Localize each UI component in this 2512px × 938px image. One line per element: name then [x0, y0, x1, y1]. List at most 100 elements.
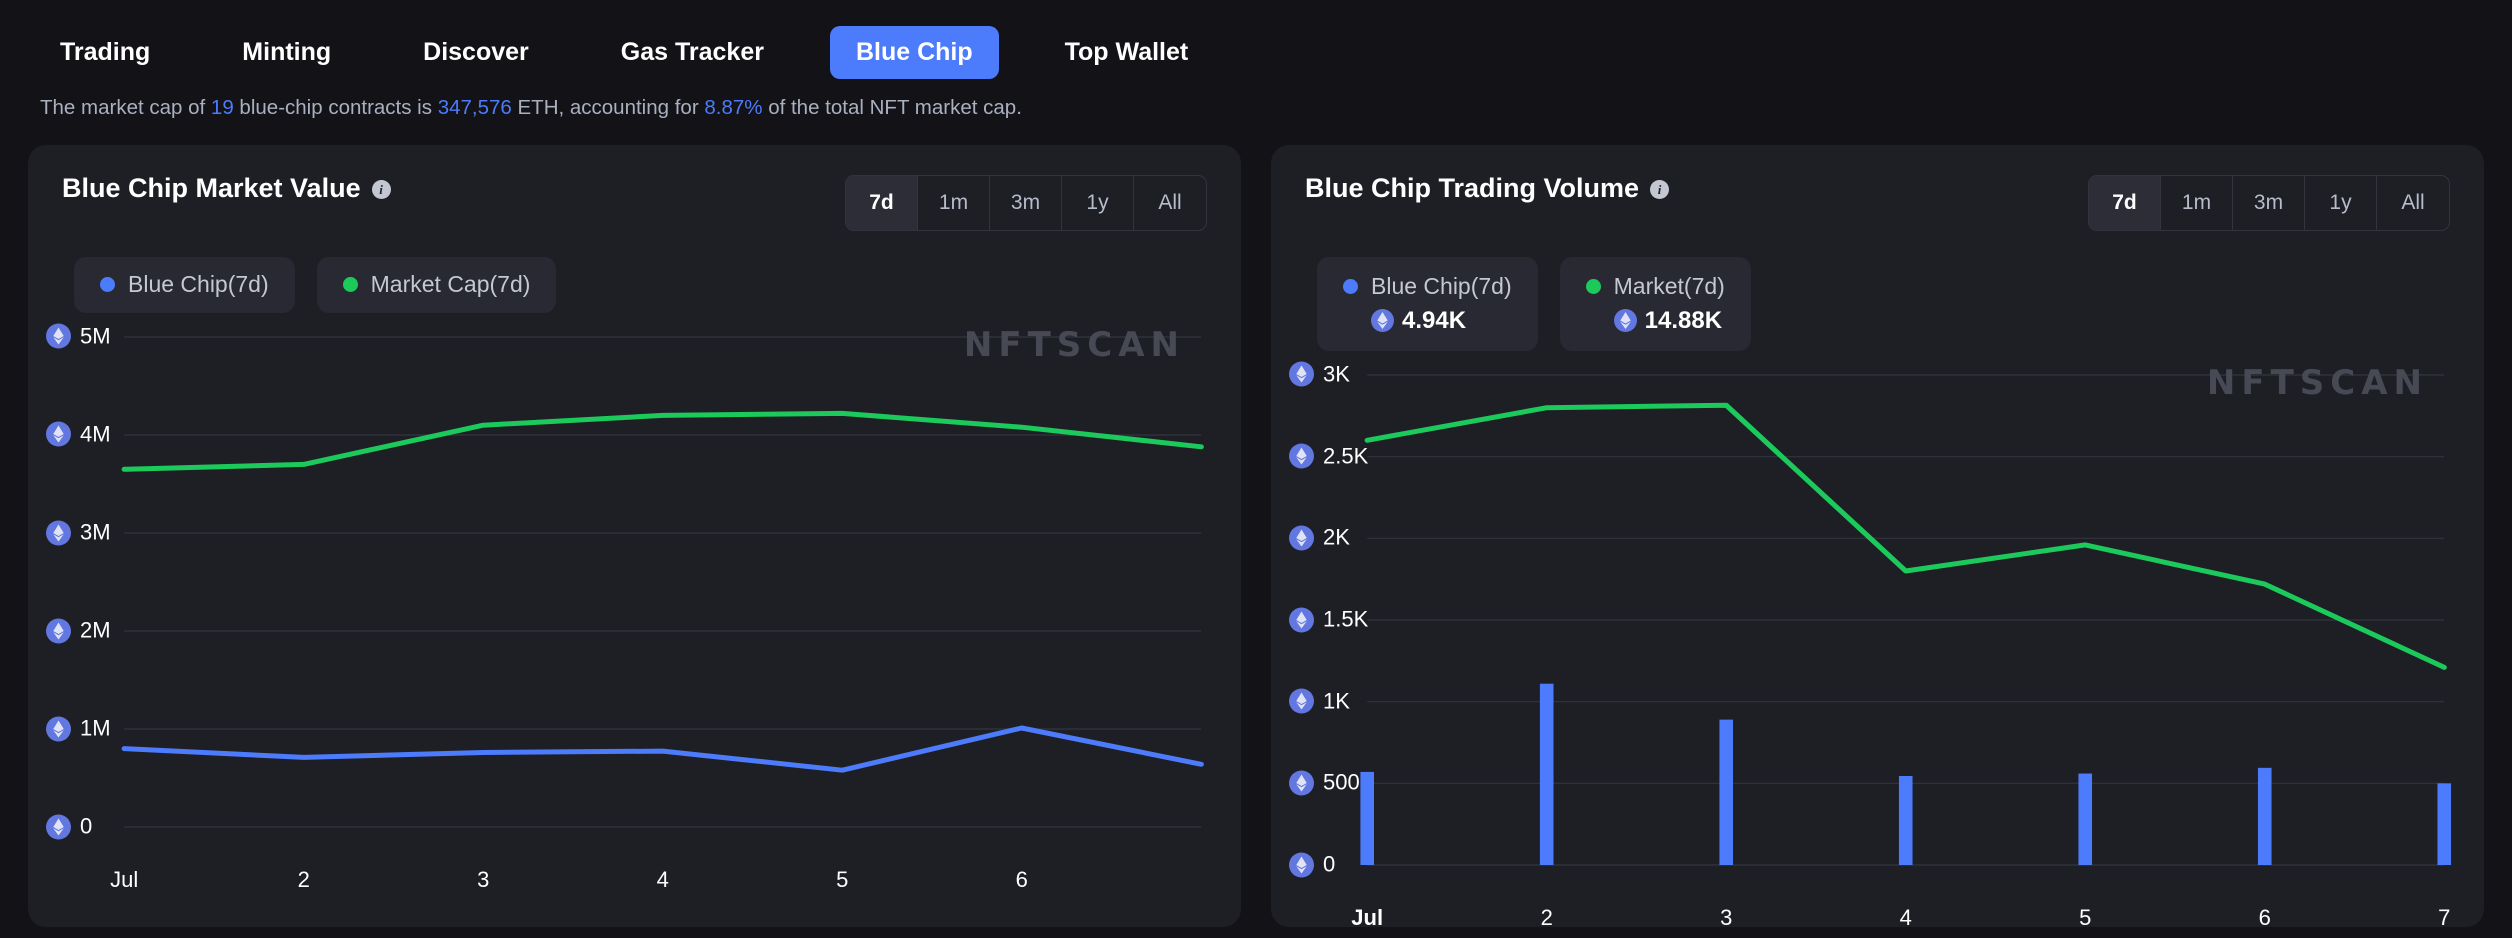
bar[interactable] — [1898, 775, 1913, 865]
eth-icon — [46, 618, 71, 643]
y-axis-tick: 500 — [1289, 769, 1360, 796]
right-card-header: Blue Chip Trading Volume i 7d 1m 3m 1y A… — [1271, 145, 2484, 231]
bar[interactable] — [1539, 683, 1554, 865]
left-chart-svg — [121, 335, 1204, 828]
y-axis-tick: 2K — [1289, 524, 1350, 551]
blue-chip-trading-volume-card: Blue Chip Trading Volume i 7d 1m 3m 1y A… — [1271, 144, 2484, 927]
x-axis-tick-label: 5 — [2079, 904, 2092, 927]
legend-chip-market-volume[interactable]: Market(7d) 14.88K — [1559, 256, 1751, 351]
page-title-market-value: Blue Chip Market Value — [62, 172, 361, 203]
eth-icon — [1371, 309, 1394, 332]
nftscan-watermark: NFTSCAN — [963, 324, 1185, 365]
nav-tab-top-wallet[interactable]: Top Wallet — [1039, 26, 1215, 79]
y-axis-tick-label: 1.5K — [1323, 606, 1369, 632]
series-line-market — [1364, 402, 2447, 670]
bar[interactable] — [2257, 767, 2272, 865]
y-axis-tick-label: 1M — [80, 715, 111, 741]
x-axis-tick-label: 4 — [1899, 904, 1912, 927]
x-axis-tick-label: 3 — [477, 866, 490, 892]
eth-icon — [46, 814, 71, 839]
right-range-all[interactable]: All — [2377, 176, 2449, 230]
y-axis-tick-label: 2M — [80, 617, 111, 643]
legend-dot-green — [342, 277, 358, 292]
right-range-3m[interactable]: 3m — [2233, 175, 2305, 230]
bar[interactable] — [1360, 771, 1375, 865]
page-title-trading-volume: Blue Chip Trading Volume — [1305, 172, 1640, 203]
y-axis-tick: 4M — [46, 421, 111, 447]
legend-label-market: Market(7d) — [1613, 272, 1725, 299]
nav-tab-trading[interactable]: Trading — [34, 26, 176, 79]
info-icon[interactable]: i — [371, 180, 391, 199]
nav-tab-discover[interactable]: Discover — [397, 26, 555, 79]
y-axis-tick-label: 1K — [1323, 688, 1350, 714]
series-line-market-cap — [121, 410, 1204, 472]
y-axis-tick-label: 2K — [1323, 524, 1350, 550]
legend-dot-blue — [100, 277, 115, 292]
legend-chip-blue-chip-volume[interactable]: Blue Chip(7d) 4.94K — [1317, 256, 1538, 351]
right-range-7d[interactable]: 7d — [2089, 175, 2161, 230]
main-navigation: Trading Minting Discover Gas Tracker Blu… — [0, 0, 2512, 92]
y-axis-tick: 1M — [46, 716, 111, 741]
y-axis-tick-label: 3K — [1323, 361, 1350, 387]
x-axis-tick-label: 4 — [656, 866, 669, 892]
eth-icon — [46, 421, 71, 447]
bar[interactable] — [2078, 773, 2093, 865]
y-axis-tick: 2.5K — [1289, 443, 1368, 469]
legend-label-blue-chip: Blue Chip(7d) — [1371, 272, 1512, 299]
y-axis-tick-label: 0 — [80, 813, 93, 839]
y-axis-tick: 2M — [46, 618, 111, 643]
x-axis-tick-label: 6 — [2258, 904, 2271, 927]
x-axis-tick-label: 2 — [1540, 904, 1553, 927]
legend-label-market-cap: Market Cap(7d) — [370, 271, 531, 297]
eth-icon — [46, 323, 71, 349]
bar[interactable] — [2437, 782, 2452, 865]
nav-tab-blue-chip[interactable]: Blue Chip — [829, 25, 999, 79]
bar[interactable] — [1719, 719, 1734, 865]
eth-icon — [1289, 361, 1314, 387]
blue-chip-market-value-card: Blue Chip Market Value i 7d 1m 3m 1y All… — [28, 144, 1241, 927]
eth-icon — [1289, 688, 1314, 714]
y-axis-tick: 3K — [1289, 361, 1350, 387]
nav-tab-gas-tracker[interactable]: Gas Tracker — [595, 26, 790, 79]
x-axis-tick-label: Jul — [110, 866, 139, 892]
left-range-3m[interactable]: 3m — [990, 175, 1062, 230]
left-card-title-group: Blue Chip Market Value i — [62, 172, 391, 203]
series-bars-blue-chip — [1360, 683, 2452, 865]
summary-text-2: blue-chip contracts is — [233, 96, 438, 119]
legend-dot-blue — [1343, 278, 1358, 294]
eth-icon — [1289, 443, 1314, 469]
left-range-7d[interactable]: 7d — [846, 175, 918, 230]
eth-icon — [1289, 770, 1314, 796]
legend-value-market: 14.88K — [1644, 306, 1723, 334]
left-card-header: Blue Chip Market Value i 7d 1m 3m 1y All — [28, 145, 1241, 231]
left-range-all[interactable]: All — [1134, 176, 1206, 230]
eth-icon — [46, 716, 71, 741]
left-range-1m[interactable]: 1m — [918, 175, 990, 230]
market-cap-summary: The market cap of 19 blue-chip contracts… — [0, 96, 2512, 119]
series-line-blue-chip — [121, 725, 1204, 773]
x-axis-tick-label: 5 — [836, 866, 849, 892]
x-axis-tick-label: 7 — [2438, 904, 2451, 927]
eth-icon — [1289, 525, 1314, 551]
x-axis-tick-label: 6 — [1015, 866, 1028, 892]
nav-tab-minting[interactable]: Minting — [216, 26, 357, 79]
x-axis-tick-label: 3 — [1720, 904, 1733, 927]
nftscan-watermark: NFTSCAN — [2206, 362, 2428, 403]
legend-chip-blue-chip[interactable]: Blue Chip(7d) — [74, 256, 295, 313]
y-axis-tick-label: 500 — [1323, 769, 1360, 795]
summary-percent: 8.87% — [704, 96, 763, 119]
summary-contract-count: 19 — [210, 96, 234, 119]
eth-icon — [1613, 309, 1637, 332]
info-icon[interactable]: i — [1650, 180, 1670, 199]
y-axis-tick-label: 3M — [80, 519, 111, 545]
summary-text-4: of the total NFT market cap. — [762, 96, 1022, 119]
eth-icon — [1289, 852, 1314, 877]
charts-container: Blue Chip Market Value i 7d 1m 3m 1y All… — [0, 119, 2512, 927]
legend-chip-market-cap[interactable]: Market Cap(7d) — [316, 256, 557, 313]
summary-market-cap: 347,576 — [437, 96, 512, 119]
left-range-1y[interactable]: 1y — [1062, 175, 1134, 230]
summary-text-3: ETH, accounting for — [511, 96, 705, 119]
right-range-1y[interactable]: 1y — [2305, 175, 2377, 230]
y-axis-tick: 3M — [46, 520, 111, 545]
right-range-1m[interactable]: 1m — [2161, 175, 2233, 230]
